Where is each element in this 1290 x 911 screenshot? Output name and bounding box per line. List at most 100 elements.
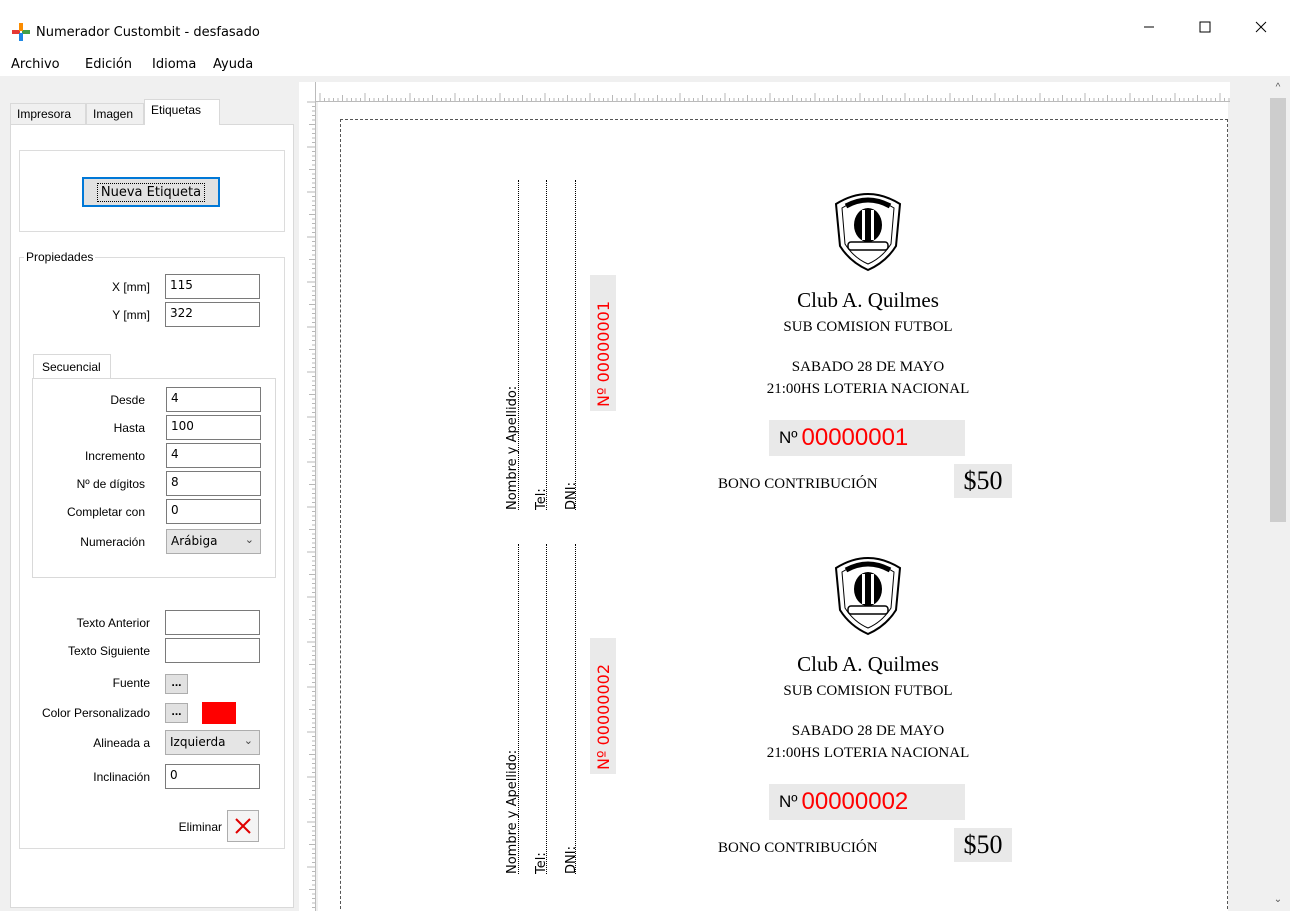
tab-imagen[interactable]: Imagen [86, 103, 144, 124]
numeracion-select[interactable]: Arábiga ⌄ [166, 529, 261, 554]
stub-number-value: Nº 00000001 [594, 300, 613, 407]
minimize-icon [1144, 26, 1154, 28]
bono-label: BONO CONTRIBUCIÓN [718, 840, 878, 856]
new-label-group: Nueva Etiqueta [19, 150, 285, 232]
draw-info: 21:00HS LOTERIA NACIONAL [766, 745, 970, 761]
title-bar: Numerador Custombit - desfasado [0, 0, 1290, 52]
texto-anterior-label: Texto Anterior [76, 616, 150, 630]
stub-dni-label: DNI: [564, 482, 579, 510]
close-icon [1255, 21, 1267, 33]
incremento-label: Incremento [84, 449, 145, 463]
stub-number: Nº 00000001 [594, 301, 613, 407]
stub-dni-line [575, 180, 576, 510]
font-picker-button[interactable]: ... [165, 674, 188, 694]
properties-label: Propiedades [24, 250, 96, 264]
stub-name-label: Nombre y Apellido: [505, 385, 520, 510]
stub-dni-label: DNI: [564, 846, 579, 874]
color-swatch[interactable] [202, 702, 236, 724]
properties-group: Propiedades X [mm] 115 Y [mm] 322 Secuen… [19, 250, 285, 849]
x-label: X [mm] [112, 280, 150, 294]
ticket-2: Nombre y Apellido: Tel: DNI: Nº 00000002… [318, 534, 1228, 894]
texto-siguiente-field[interactable] [165, 638, 260, 663]
tab-secuencial[interactable]: Secuencial [33, 354, 111, 378]
vertical-ruler [299, 82, 316, 911]
y-field[interactable]: 322 [165, 302, 260, 327]
left-panel: Impresora Imagen Etiquetas Nueva Etiquet… [0, 76, 297, 911]
club-name: Club A. Quilmes [797, 652, 939, 676]
stub-number-box: Nº 00000002 [590, 638, 616, 774]
close-button[interactable] [1238, 12, 1284, 42]
x-field[interactable]: 115 [165, 274, 260, 299]
delete-button[interactable] [227, 810, 259, 842]
hasta-field[interactable]: 100 [166, 415, 261, 440]
price: $50 [954, 464, 1012, 498]
y-label: Y [mm] [112, 308, 150, 322]
ticket-1: Nombre y Apellido: Tel: DNI: Nº 00000001… [318, 170, 1228, 530]
menu-edicion[interactable]: Edición [85, 57, 132, 72]
eliminar-label: Eliminar [178, 820, 222, 834]
number-prefix: Nº [779, 792, 798, 811]
digitos-label: Nº de dígitos [76, 477, 145, 491]
maximize-button[interactable] [1182, 12, 1228, 42]
new-label-button-label: Nueva Etiqueta [96, 182, 206, 202]
numeracion-label: Numeración [80, 535, 145, 549]
stub-tel-line [546, 180, 547, 510]
alineada-label: Alineada a [93, 736, 150, 750]
event-date: SABADO 28 DE MAYO [791, 359, 945, 375]
delete-x-icon [235, 818, 251, 834]
texto-anterior-field[interactable] [165, 610, 260, 635]
subtitle: SUB COMISION FUTBOL [783, 319, 953, 335]
hasta-label: Hasta [113, 421, 145, 435]
desde-label: Desde [110, 393, 145, 407]
color-picker-button[interactable]: ... [165, 703, 188, 723]
maximize-icon [1199, 21, 1211, 33]
club-name: Club A. Quilmes [797, 288, 939, 312]
stub-tel-label: Tel: [534, 852, 549, 874]
stub-dni-line [575, 544, 576, 874]
menu-ayuda[interactable]: Ayuda [213, 57, 253, 72]
window-title: Numerador Custombit - desfasado [36, 25, 260, 40]
number-prefix: Nº [779, 428, 798, 447]
price: $50 [954, 828, 1012, 862]
club-crest-icon [834, 193, 902, 272]
vertical-scrollbar[interactable]: ^ ⌄ [1266, 76, 1290, 911]
sequential-panel: Desde 4 Hasta 100 Incremento 4 Nº de díg… [32, 378, 276, 578]
scroll-down-icon[interactable]: ⌄ [1266, 894, 1290, 905]
ticket-number: 00000001 [801, 424, 909, 451]
app-logo-icon [12, 23, 30, 41]
draw-info: 21:00HS LOTERIA NACIONAL [766, 381, 970, 397]
scroll-up-icon[interactable]: ^ [1266, 82, 1290, 93]
inclinacion-field[interactable]: 0 [165, 764, 260, 789]
desde-field[interactable]: 4 [166, 387, 261, 412]
digitos-field[interactable]: 8 [166, 471, 261, 496]
menu-idioma[interactable]: Idioma [152, 57, 196, 72]
menu-bar: Archivo Edición Idioma Ayuda [0, 52, 1290, 76]
minimize-button[interactable] [1126, 12, 1172, 42]
ticket-number-box: Nº 00000001 [769, 420, 965, 456]
color-label: Color Personalizado [41, 706, 150, 720]
incremento-field[interactable]: 4 [166, 443, 261, 468]
tab-impresora[interactable]: Impresora [10, 103, 86, 124]
ticket-number: 00000002 [801, 788, 909, 815]
stub-number: Nº 00000002 [594, 664, 613, 770]
fuente-label: Fuente [112, 676, 150, 690]
ticket-number-box: Nº 00000002 [769, 784, 965, 820]
menu-archivo[interactable]: Archivo [11, 57, 60, 72]
chevron-down-icon: ⌄ [244, 533, 254, 546]
numeracion-value: Arábiga [171, 534, 218, 548]
event-date: SABADO 28 DE MAYO [791, 723, 945, 739]
stub-number-value: Nº 00000002 [594, 663, 613, 770]
chevron-down-icon: ⌄ [243, 734, 253, 747]
alineada-select[interactable]: Izquierda ⌄ [165, 730, 260, 755]
tab-etiquetas[interactable]: Etiquetas [144, 99, 220, 125]
etiquetas-panel: Nueva Etiqueta Propiedades X [mm] 115 Y … [10, 124, 294, 908]
horizontal-ruler [316, 82, 1230, 102]
completar-field[interactable]: 0 [166, 499, 261, 524]
club-crest-icon [834, 557, 902, 636]
alineada-value: Izquierda [170, 735, 226, 749]
completar-label: Completar con [66, 505, 145, 519]
new-label-button[interactable]: Nueva Etiqueta [82, 177, 220, 207]
stub-name-label: Nombre y Apellido: [505, 749, 520, 874]
scrollbar-thumb[interactable] [1270, 98, 1286, 522]
stub-number-box: Nº 00000001 [590, 275, 616, 411]
